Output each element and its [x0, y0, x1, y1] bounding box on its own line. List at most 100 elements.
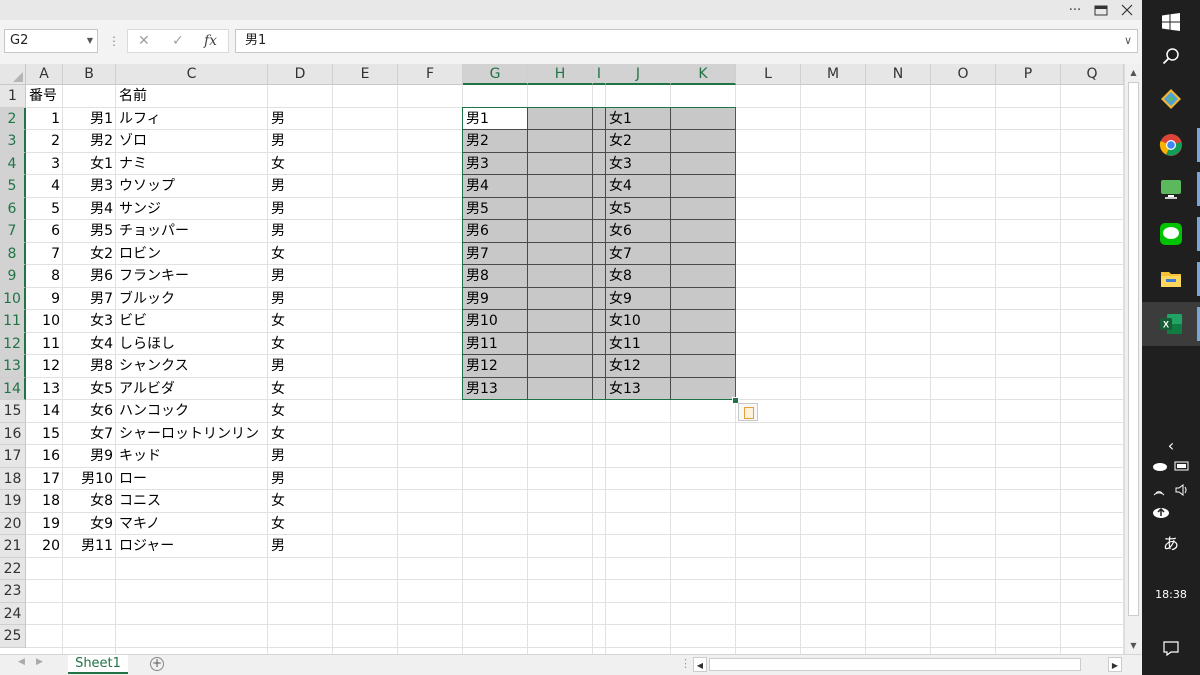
- cell-empty-selected[interactable]: [528, 287, 593, 310]
- cell-number[interactable]: 18: [26, 490, 63, 512]
- cell-code[interactable]: 女3: [63, 310, 116, 332]
- cell-female-group[interactable]: 女8: [606, 265, 671, 288]
- cell-name[interactable]: アルビダ: [116, 378, 268, 400]
- row-header-7[interactable]: 7: [0, 220, 26, 243]
- cell-empty-selected[interactable]: [593, 107, 606, 130]
- cell-male-group[interactable]: 男9: [463, 287, 528, 310]
- column-header-i[interactable]: I: [593, 64, 606, 85]
- enter-icon[interactable]: ✓: [172, 33, 184, 49]
- cell-code[interactable]: 女8: [63, 490, 116, 512]
- taskbar-excel[interactable]: X: [1142, 302, 1200, 346]
- cell-code[interactable]: 男4: [63, 198, 116, 220]
- row-header-10[interactable]: 10: [0, 287, 26, 310]
- cell-male-group[interactable]: 男10: [463, 310, 528, 333]
- cell-empty-selected[interactable]: [528, 175, 593, 198]
- cell-number[interactable]: 17: [26, 468, 63, 490]
- column-header-l[interactable]: L: [736, 64, 801, 85]
- cell-name[interactable]: ロー: [116, 468, 268, 490]
- row-header-1[interactable]: 1: [0, 85, 26, 108]
- cell-number[interactable]: 4: [26, 175, 63, 197]
- column-header-p[interactable]: P: [996, 64, 1061, 85]
- column-header-q[interactable]: Q: [1061, 64, 1124, 85]
- cell-number[interactable]: 13: [26, 378, 63, 400]
- scroll-right-icon[interactable]: ▶: [1108, 657, 1122, 672]
- previous-sheet-icon[interactable]: ◀: [18, 657, 25, 667]
- more-options-button[interactable]: ···: [1062, 0, 1088, 20]
- taskbar-chrome[interactable]: [1142, 123, 1200, 167]
- cell-gender[interactable]: 女: [268, 378, 333, 400]
- column-header-g[interactable]: G: [463, 64, 528, 85]
- row-header-22[interactable]: 22: [0, 557, 26, 580]
- row-header-25[interactable]: 25: [0, 625, 26, 648]
- cell-female-group[interactable]: 女7: [606, 242, 671, 265]
- cell-female-group[interactable]: 女1: [606, 107, 671, 130]
- spreadsheet-grid[interactable]: A B C D E F G H I J K L M N O P Q 1 2 3 4 5 6 7 8 9 10 11 12 13 14 15 16…: [0, 64, 1124, 654]
- cell-number[interactable]: 3: [26, 153, 63, 175]
- scroll-up-icon[interactable]: ▲: [1125, 65, 1142, 81]
- cell-name[interactable]: シャーロットリンリン: [116, 423, 268, 445]
- cell-number[interactable]: 1: [26, 108, 63, 130]
- formula-bar-grip-icon[interactable]: ⋮: [108, 34, 120, 48]
- show-hidden-icons-chevron-icon[interactable]: ‹: [1142, 436, 1200, 455]
- cell-gender[interactable]: 男: [268, 468, 333, 490]
- cell-name[interactable]: キッド: [116, 445, 268, 467]
- cell-name[interactable]: チョッパー: [116, 220, 268, 242]
- cell-code[interactable]: 男3: [63, 175, 116, 197]
- column-header-c[interactable]: C: [116, 64, 268, 85]
- vertical-scroll-thumb[interactable]: [1128, 82, 1139, 616]
- row-header-19[interactable]: 19: [0, 490, 26, 513]
- vertical-scrollbar[interactable]: ▲ ▼: [1124, 64, 1142, 654]
- cell-empty-selected[interactable]: [528, 242, 593, 265]
- cell-empty-selected[interactable]: [671, 310, 736, 333]
- row-header-9[interactable]: 9: [0, 265, 26, 288]
- column-header-e[interactable]: E: [333, 64, 398, 85]
- paste-options-icon[interactable]: [738, 403, 758, 421]
- cell-empty-selected[interactable]: [528, 152, 593, 175]
- cell-empty-selected[interactable]: [593, 152, 606, 175]
- cell-empty-selected[interactable]: [671, 287, 736, 310]
- cell-female-group[interactable]: 女12: [606, 355, 671, 378]
- search-button[interactable]: [1142, 34, 1200, 78]
- cell-name[interactable]: マキノ: [116, 513, 268, 535]
- cell-male-group[interactable]: 男8: [463, 265, 528, 288]
- cell-empty-selected[interactable]: [593, 175, 606, 198]
- cell-empty-selected[interactable]: [528, 332, 593, 355]
- cell-number[interactable]: 5: [26, 198, 63, 220]
- cell-female-group[interactable]: 女2: [606, 130, 671, 153]
- clock[interactable]: 18:38: [1142, 588, 1200, 601]
- cell-gender[interactable]: 男: [268, 288, 333, 310]
- cell-name[interactable]: ビビ: [116, 310, 268, 332]
- cell-name[interactable]: ロジャー: [116, 535, 268, 557]
- cell-empty-selected[interactable]: [671, 152, 736, 175]
- cell-gender[interactable]: 女: [268, 423, 333, 445]
- horizontal-scroll-thumb[interactable]: [709, 658, 1081, 671]
- cell-code[interactable]: 男6: [63, 265, 116, 287]
- row-header-17[interactable]: 17: [0, 445, 26, 468]
- cell-code[interactable]: 女2: [63, 243, 116, 265]
- cell-empty-selected[interactable]: [528, 220, 593, 243]
- column-header-a[interactable]: A: [26, 64, 63, 85]
- cell-number[interactable]: 7: [26, 243, 63, 265]
- cell-number[interactable]: 14: [26, 400, 63, 422]
- cell-female-group[interactable]: 女4: [606, 175, 671, 198]
- cell-name[interactable]: ゾロ: [116, 130, 268, 152]
- row-header-24[interactable]: 24: [0, 602, 26, 625]
- cell-gender[interactable]: 男: [268, 198, 333, 220]
- column-header-f[interactable]: F: [398, 64, 463, 85]
- cell-gender[interactable]: 男: [268, 355, 333, 377]
- cell-number[interactable]: 12: [26, 355, 63, 377]
- row-header-23[interactable]: 23: [0, 580, 26, 603]
- column-header-h[interactable]: H: [528, 64, 593, 85]
- select-all-button[interactable]: [0, 64, 26, 85]
- cell-number[interactable]: 10: [26, 310, 63, 332]
- cell-empty-selected[interactable]: [593, 332, 606, 355]
- cell-empty-selected[interactable]: [593, 355, 606, 378]
- cell-empty-selected[interactable]: [671, 175, 736, 198]
- cell-code[interactable]: 女4: [63, 333, 116, 355]
- cell-name[interactable]: フランキー: [116, 265, 268, 287]
- cell-gender[interactable]: 男: [268, 445, 333, 467]
- cell-code[interactable]: 女9: [63, 513, 116, 535]
- cell-number[interactable]: 2: [26, 130, 63, 152]
- cell-empty-selected[interactable]: [593, 130, 606, 153]
- cell-male-group[interactable]: 男11: [463, 332, 528, 355]
